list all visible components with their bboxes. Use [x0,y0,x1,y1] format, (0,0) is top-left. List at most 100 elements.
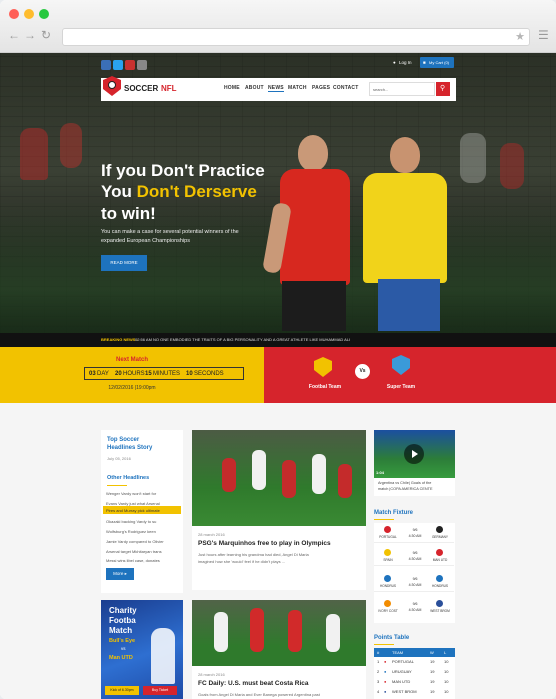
points-row[interactable]: 1 ● PORTUGAL 19 10 [374,659,454,668]
next-match-title: Next Match [115,357,148,363]
team-a-badge-icon[interactable] [314,357,332,377]
menu-icon[interactable]: ☰ [538,28,549,42]
nav-pages[interactable]: PAGES [312,85,330,91]
logo-shield-icon[interactable] [103,76,121,96]
nav-news[interactable]: NEWS [268,85,284,92]
article-image[interactable] [192,600,366,666]
player-head [298,135,328,171]
charity-match-ad[interactable]: Charity Footba Match Bull's Eye vs Man U… [101,600,183,699]
maximize-window-button[interactable] [39,9,49,19]
nav-match[interactable]: MATCH [288,85,307,91]
points-table-title: Points Table [374,635,410,641]
versus-panel: Footbal Team Vs Super Team [264,347,556,403]
video-caption[interactable]: Argentina vs Chile| Goals of the match |… [378,480,433,492]
ad-vs: vs [121,646,126,651]
fixture-row[interactable]: SPAIN 9/6 4:30 AM MAN UTD [374,548,454,566]
player-head [390,137,420,173]
reload-icon[interactable]: ↻ [41,28,51,42]
points-table-header: # TEAM W L [374,648,455,657]
row-w: 19 [430,669,435,674]
close-window-button[interactable] [9,9,19,19]
headline-item[interactable]: Okazaki backing Vardy to su [106,519,156,524]
article-excerpt-1: Just hours after learning his grandma ha… [198,552,309,557]
search-input[interactable]: search... [369,82,435,96]
fixture-row[interactable]: HONDRUS 9/6 4:30 AM HONDRUS [374,574,454,592]
forward-arrow-icon[interactable]: → [24,28,36,42]
ad-title-2: Footba [109,616,136,625]
nav-contact[interactable]: CONTACT [333,85,358,91]
video-card[interactable]: 1:04 Argentina vs Chile| Goals of the ma… [374,430,455,496]
image-player [282,460,296,498]
video-thumbnail[interactable]: 1:04 [374,430,455,478]
fixture-time: 4:30 AM [408,583,422,587]
fixture-row[interactable]: IVORY COST 9/6 4:30 AM WEST BROM [374,599,454,617]
search-button[interactable]: ⚲ [436,82,450,96]
player-shorts [378,279,440,331]
logo-accent[interactable]: NFL [161,84,177,93]
col-team: TEAM [392,650,404,655]
image-player [214,612,228,652]
minimize-window-button[interactable] [24,9,34,19]
hero-line-3: to win! [101,204,156,223]
login-link[interactable]: Log In [399,60,412,65]
logo-text[interactable]: SOCCER [124,84,158,93]
row-pos: 3 [377,679,380,684]
more-button[interactable]: More ▸ [106,568,134,580]
twitter-icon[interactable] [113,60,123,70]
main-navbar: SOCCER NFL HOME ABOUT NEWS MATCH PAGES C… [101,76,456,101]
team-flag-icon: ● [384,689,387,694]
ad-team-2: Man UTD [109,655,133,661]
nav-about[interactable]: ABOUT [245,85,264,91]
headline-item[interactable]: Arsenal target Mkhitaryan trans [106,549,162,554]
hero-subtext-2: expanded European Championships [101,238,190,244]
background-player [500,143,524,189]
read-more-button[interactable]: READ MORE [101,255,147,271]
match-datetime: 12/02/2016 |19:00pm [108,385,156,391]
article-image[interactable] [192,430,366,526]
points-row[interactable]: 4 ● WEST BROM 19 10 [374,689,454,698]
breaking-news-text[interactable]: 02:56 AM NO ONE EMBODIED THE TRAITS OF A… [135,333,350,347]
nav-home[interactable]: HOME [224,85,240,91]
buy-ticket-button[interactable]: Buy Ticket [143,686,177,695]
fixture-row[interactable]: PORTUGAL 9/6 4:30 AM GERMANY [374,525,454,543]
team-a-name[interactable]: Footbal Team [300,384,350,390]
fixture-away: GERMANY [431,535,449,539]
google-plus-icon[interactable] [125,60,135,70]
more-label: More [113,571,124,576]
headline-item[interactable]: Jamie Vardy compared to Olivier [106,539,164,544]
countdown-hours: 20 [115,371,122,377]
ad-player-figure [151,628,175,684]
article-title[interactable]: FC Daily: U.S. must beat Costa Rica [198,680,309,687]
points-row[interactable]: 3 ● MAN UTD 19 10 [374,679,454,688]
hero-line-2-accent: Don't Derserve [136,182,257,201]
points-row[interactable]: 2 ● URUGUAY 19 10 [374,669,454,678]
team-flag-icon [384,600,391,607]
back-arrow-icon[interactable]: ← [8,28,20,42]
cart-button[interactable]: ■ My Cart (0) [420,57,454,68]
instagram-icon[interactable] [137,60,147,70]
star-icon[interactable]: ★ [515,30,525,43]
headline-item[interactable]: Messi wins libel case, donates [106,558,160,563]
image-player [326,614,340,652]
team-b-badge-icon[interactable] [392,355,410,375]
cart-icon: ■ [423,60,426,65]
team-b-name[interactable]: Super Team [376,384,426,390]
article-card[interactable]: 28 march 2016 PSG's Marquinhos free to p… [192,430,366,590]
headline-item-active[interactable]: Pires and Murray pick ultimate [106,508,160,513]
ad-kickoff: Kick of 6.30pm [105,686,139,695]
play-icon[interactable] [404,444,424,464]
top-story-title[interactable]: Top Soccer Headlines Story [107,436,167,452]
address-bar[interactable]: ★ [62,28,530,46]
article-title[interactable]: PSG's Marquinhos free to play in Olympic… [198,540,331,547]
team-flag-icon [436,600,443,607]
image-player [250,608,264,652]
fixture-time: 4:30 AM [408,557,422,561]
headline-item[interactable]: Wolfsburg's Rodriguez keen [106,529,156,534]
article-card[interactable]: 28 march 2016 FC Daily: U.S. must beat C… [192,600,366,699]
section-underline [374,519,394,520]
team-flag-icon [384,549,391,556]
row-pos: 4 [377,689,380,694]
headline-item[interactable]: Wenger Vardy won't start for [106,491,156,496]
user-icon[interactable]: ● [393,60,396,65]
facebook-icon[interactable] [101,60,111,70]
